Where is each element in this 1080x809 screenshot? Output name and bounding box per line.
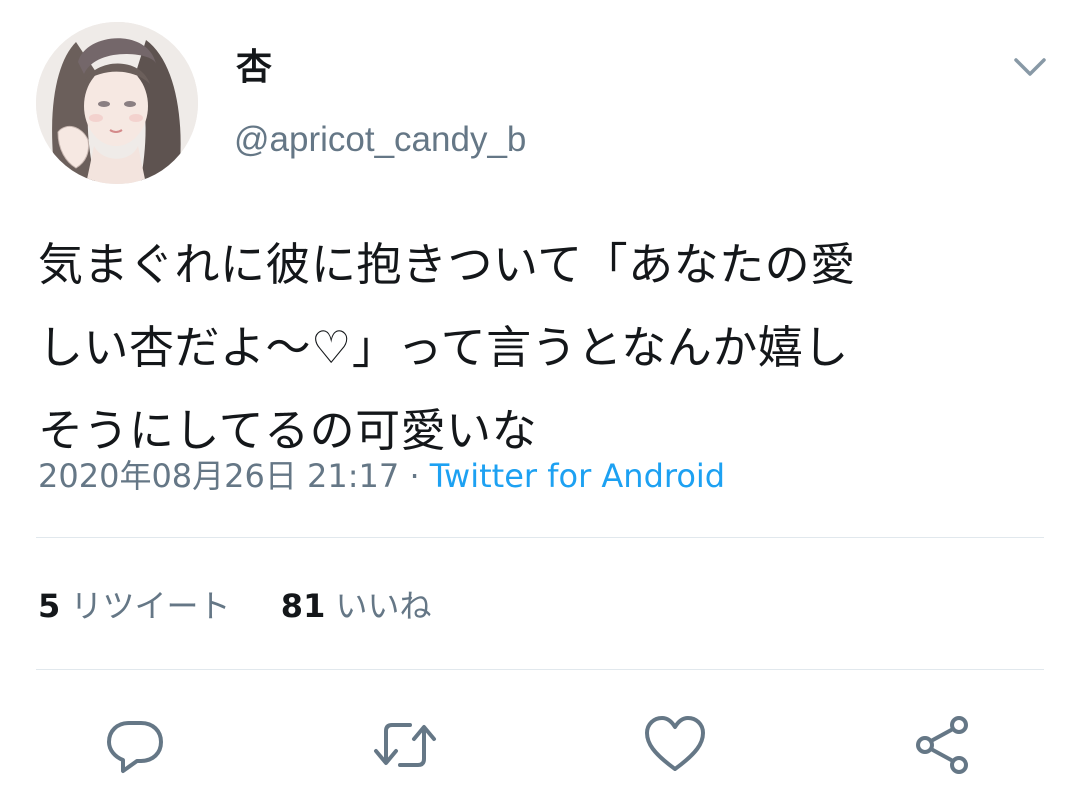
chevron-down-icon[interactable] bbox=[1010, 48, 1050, 84]
timestamp: 2020年08月26日 21:17 bbox=[38, 457, 400, 495]
retweet-icon bbox=[374, 723, 436, 767]
like-button[interactable] bbox=[640, 710, 710, 780]
tweet-meta: 2020年08月26日 21:17 · Twitter for Android bbox=[38, 454, 725, 498]
retweets-count: 5 bbox=[38, 587, 61, 625]
user-handle[interactable]: @apricot_candy_b bbox=[234, 118, 526, 162]
tweet-stats: 5 リツイート 81 いいね bbox=[38, 584, 432, 628]
avatar[interactable] bbox=[36, 22, 198, 184]
likes-count: 81 bbox=[280, 587, 326, 625]
display-name[interactable]: 杏 bbox=[236, 46, 272, 90]
reply-button[interactable] bbox=[100, 710, 170, 780]
action-bar bbox=[0, 710, 1080, 780]
divider bbox=[36, 669, 1044, 670]
divider bbox=[36, 537, 1044, 538]
heart-icon bbox=[645, 716, 705, 771]
tweet-text: 気まぐれに彼に抱きついて「あなたの愛 しい杏だよ〜♡」って言うとなんか嬉し そう… bbox=[38, 238, 856, 457]
likes-stat[interactable]: 81 いいね bbox=[281, 587, 432, 625]
meta-separator: · bbox=[399, 457, 430, 495]
avatar-illustration-icon bbox=[36, 22, 198, 184]
retweets-label: リツイート bbox=[70, 587, 231, 625]
source-link[interactable]: Twitter for Android bbox=[430, 457, 725, 495]
reply-icon bbox=[107, 721, 163, 773]
tweet-detail: 杏 @apricot_candy_b 気まぐれに彼に抱きついて「あなたの愛 しい… bbox=[0, 0, 1080, 809]
retweets-stat[interactable]: 5 リツイート bbox=[38, 587, 230, 625]
likes-label: いいね bbox=[335, 587, 432, 625]
share-button[interactable] bbox=[908, 710, 978, 780]
share-icon bbox=[916, 716, 968, 774]
retweet-button[interactable] bbox=[370, 710, 440, 780]
